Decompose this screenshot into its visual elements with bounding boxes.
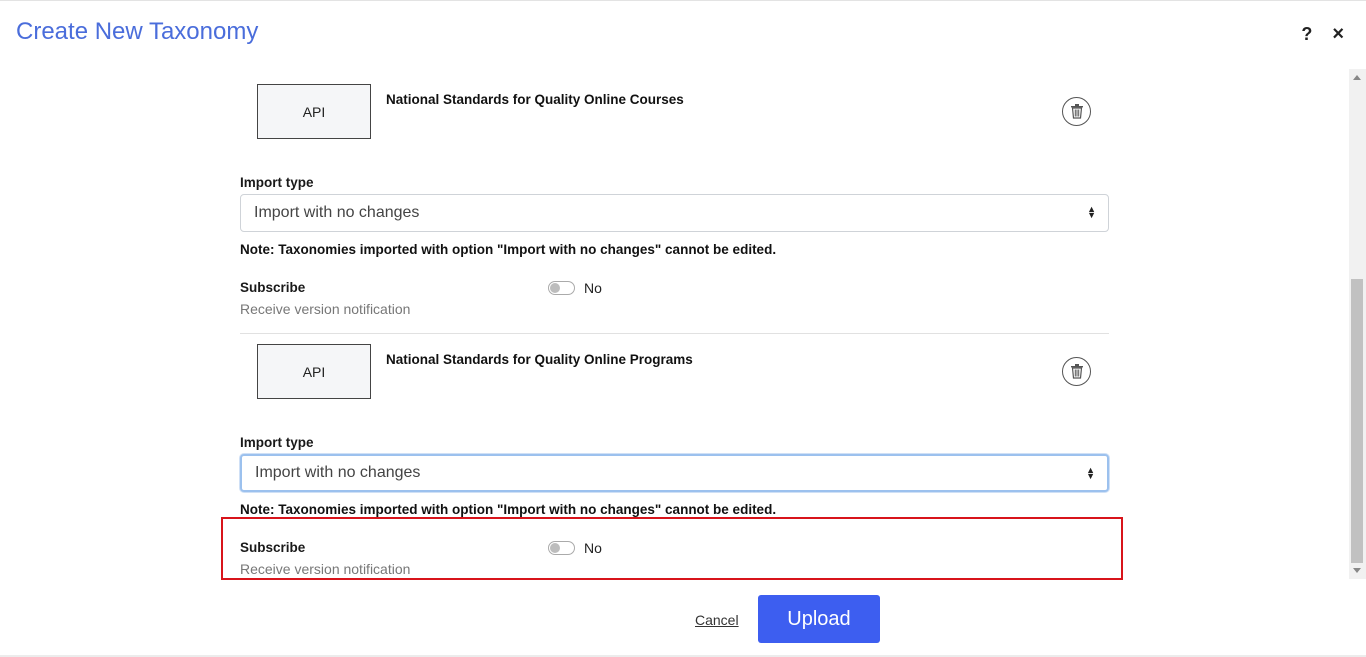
modal-title: Create New Taxonomy — [16, 18, 259, 45]
scroll-down-icon[interactable] — [1353, 568, 1361, 573]
import-type-select[interactable]: Import with no changes ▲ ▼ — [240, 194, 1109, 232]
toggle-knob — [550, 543, 560, 553]
subscribe-help: Receive version notification — [240, 301, 411, 317]
scroll-up-icon[interactable] — [1353, 75, 1361, 80]
toggle-knob — [550, 283, 560, 293]
modal-footer: Cancel Upload — [0, 579, 1366, 657]
source-badge: API — [257, 84, 371, 139]
subscribe-label: Subscribe — [240, 540, 306, 555]
vertical-scrollbar[interactable] — [1349, 69, 1366, 579]
subscribe-toggle[interactable] — [548, 281, 575, 295]
modal-body[interactable]: API National Standards for Quality Onlin… — [0, 69, 1366, 579]
subscribe-help: Receive version notification — [240, 561, 411, 577]
select-caret-icon: ▲ ▼ — [1086, 465, 1095, 481]
header-actions: ? × — [1301, 23, 1344, 45]
create-taxonomy-modal: Create New Taxonomy ? × API National Sta… — [0, 0, 1366, 657]
taxonomy-name: National Standards for Quality Online Pr… — [386, 352, 693, 367]
source-badge: API — [257, 344, 371, 399]
subscribe-label: Subscribe — [240, 280, 306, 295]
import-type-select[interactable]: Import with no changes ▲ ▼ — [240, 454, 1109, 492]
trash-icon[interactable] — [1062, 97, 1091, 126]
taxonomy-name: National Standards for Quality Online Co… — [386, 92, 684, 107]
trash-icon[interactable] — [1062, 357, 1091, 386]
cancel-link[interactable]: Cancel — [695, 612, 739, 628]
subscribe-toggle[interactable] — [548, 541, 575, 555]
help-icon[interactable]: ? — [1301, 23, 1312, 45]
import-type-value: Import with no changes — [255, 464, 421, 481]
select-caret-icon: ▲ ▼ — [1087, 204, 1096, 220]
import-type-label: Import type — [240, 175, 314, 190]
import-type-label: Import type — [240, 435, 314, 450]
import-note: Note: Taxonomies imported with option "I… — [240, 242, 777, 257]
upload-button[interactable]: Upload — [758, 595, 880, 643]
scroll-thumb[interactable] — [1351, 279, 1363, 563]
divider — [240, 333, 1109, 334]
subscribe-state: No — [584, 280, 602, 296]
import-note: Note: Taxonomies imported with option "I… — [240, 502, 777, 517]
subscribe-state: No — [584, 540, 602, 556]
import-type-value: Import with no changes — [254, 204, 420, 221]
close-icon[interactable]: × — [1332, 23, 1344, 45]
